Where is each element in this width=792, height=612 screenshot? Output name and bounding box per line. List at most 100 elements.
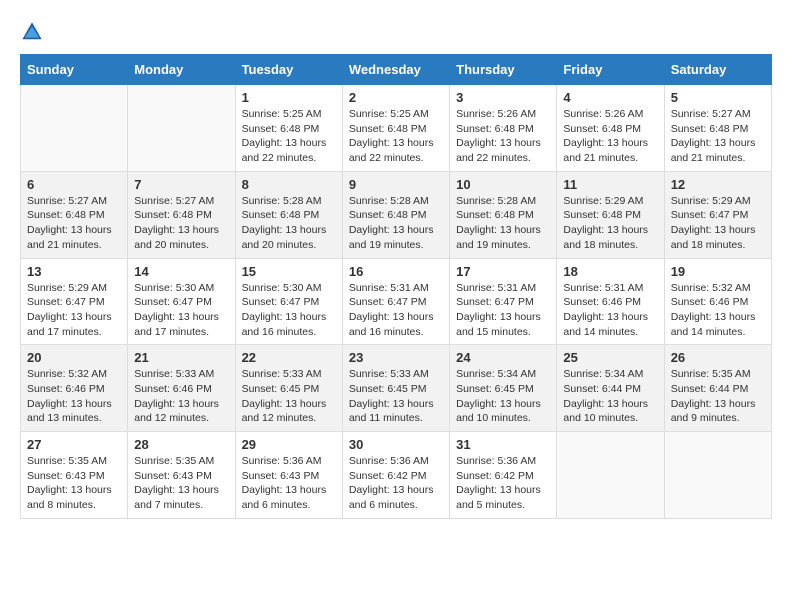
calendar-day-cell: 19 Sunrise: 5:32 AM Sunset: 6:46 PM Dayli… (664, 258, 771, 345)
calendar-day-cell: 2Sunrise: 5:25 AM Sunset: 6:48 PM Daylig… (342, 85, 449, 172)
day-number: 22 (242, 350, 336, 365)
day-number: 17 (456, 264, 550, 279)
calendar-week-row: 20 Sunrise: 5:32 AM Sunset: 6:46 PM Dayli… (21, 345, 772, 432)
day-number: 16 (349, 264, 443, 279)
calendar-day-cell: 10 Sunrise: 5:28 AM Sunset: 6:48 PM Dayli… (450, 171, 557, 258)
calendar-header-row: SundayMondayTuesdayWednesdayThursdayFrid… (21, 55, 772, 85)
calendar-day-cell (21, 85, 128, 172)
logo-icon (20, 20, 44, 44)
calendar-day-cell: 7Sunrise: 5:27 AM Sunset: 6:48 PM Daylig… (128, 171, 235, 258)
day-number: 23 (349, 350, 443, 365)
col-header-wednesday: Wednesday (342, 55, 449, 85)
calendar-day-cell (664, 432, 771, 519)
day-info: Sunrise: 5:33 AM Sunset: 6:45 PM Dayligh… (242, 367, 336, 426)
col-header-sunday: Sunday (21, 55, 128, 85)
day-info: Sunrise: 5:29 AM Sunset: 6:47 PM Dayligh… (27, 281, 121, 340)
calendar-day-cell: 13 Sunrise: 5:29 AM Sunset: 6:47 PM Dayli… (21, 258, 128, 345)
calendar-day-cell: 15Sunrise: 5:30 AM Sunset: 6:47 PM Dayli… (235, 258, 342, 345)
day-number: 6 (27, 177, 121, 192)
calendar-day-cell: 24 Sunrise: 5:34 AM Sunset: 6:45 PM Dayli… (450, 345, 557, 432)
day-number: 12 (671, 177, 765, 192)
day-number: 25 (563, 350, 657, 365)
calendar-week-row: 1Sunrise: 5:25 AM Sunset: 6:48 PM Daylig… (21, 85, 772, 172)
calendar-day-cell: 3Sunrise: 5:26 AM Sunset: 6:48 PM Daylig… (450, 85, 557, 172)
day-number: 10 (456, 177, 550, 192)
day-info: Sunrise: 5:32 AM Sunset: 6:46 PM Dayligh… (671, 281, 765, 340)
day-number: 31 (456, 437, 550, 452)
day-info: Sunrise: 5:34 AM Sunset: 6:45 PM Dayligh… (456, 367, 550, 426)
day-info: Sunrise: 5:36 AM Sunset: 6:42 PM Dayligh… (349, 454, 443, 513)
calendar-day-cell: 29Sunrise: 5:36 AM Sunset: 6:43 PM Dayli… (235, 432, 342, 519)
day-number: 2 (349, 90, 443, 105)
calendar-day-cell: 5 Sunrise: 5:27 AM Sunset: 6:48 PM Daylig… (664, 85, 771, 172)
day-number: 5 (671, 90, 765, 105)
calendar-day-cell: 17Sunrise: 5:31 AM Sunset: 6:47 PM Dayli… (450, 258, 557, 345)
day-number: 7 (134, 177, 228, 192)
day-info: Sunrise: 5:26 AM Sunset: 6:48 PM Dayligh… (563, 107, 657, 166)
day-number: 19 (671, 264, 765, 279)
col-header-thursday: Thursday (450, 55, 557, 85)
col-header-tuesday: Tuesday (235, 55, 342, 85)
day-number: 14 (134, 264, 228, 279)
day-number: 24 (456, 350, 550, 365)
day-number: 28 (134, 437, 228, 452)
day-info: Sunrise: 5:36 AM Sunset: 6:42 PM Dayligh… (456, 454, 550, 513)
day-info: Sunrise: 5:33 AM Sunset: 6:45 PM Dayligh… (349, 367, 443, 426)
day-info: Sunrise: 5:31 AM Sunset: 6:46 PM Dayligh… (563, 281, 657, 340)
day-info: Sunrise: 5:25 AM Sunset: 6:48 PM Dayligh… (242, 107, 336, 166)
day-info: Sunrise: 5:30 AM Sunset: 6:47 PM Dayligh… (242, 281, 336, 340)
day-info: Sunrise: 5:32 AM Sunset: 6:46 PM Dayligh… (27, 367, 121, 426)
day-info: Sunrise: 5:27 AM Sunset: 6:48 PM Dayligh… (27, 194, 121, 253)
day-number: 13 (27, 264, 121, 279)
calendar-week-row: 27 Sunrise: 5:35 AM Sunset: 6:43 PM Dayli… (21, 432, 772, 519)
day-number: 21 (134, 350, 228, 365)
page-header (20, 20, 772, 44)
day-number: 20 (27, 350, 121, 365)
day-number: 26 (671, 350, 765, 365)
calendar-day-cell: 12 Sunrise: 5:29 AM Sunset: 6:47 PM Dayli… (664, 171, 771, 258)
calendar-day-cell: 21 Sunrise: 5:33 AM Sunset: 6:46 PM Dayli… (128, 345, 235, 432)
day-info: Sunrise: 5:29 AM Sunset: 6:47 PM Dayligh… (671, 194, 765, 253)
calendar-day-cell: 27 Sunrise: 5:35 AM Sunset: 6:43 PM Dayli… (21, 432, 128, 519)
calendar-day-cell: 25Sunrise: 5:34 AM Sunset: 6:44 PM Dayli… (557, 345, 664, 432)
calendar-day-cell: 8 Sunrise: 5:28 AM Sunset: 6:48 PM Daylig… (235, 171, 342, 258)
calendar-week-row: 6 Sunrise: 5:27 AM Sunset: 6:48 PM Daylig… (21, 171, 772, 258)
day-number: 18 (563, 264, 657, 279)
day-info: Sunrise: 5:30 AM Sunset: 6:47 PM Dayligh… (134, 281, 228, 340)
day-number: 27 (27, 437, 121, 452)
day-number: 3 (456, 90, 550, 105)
day-info: Sunrise: 5:35 AM Sunset: 6:44 PM Dayligh… (671, 367, 765, 426)
col-header-friday: Friday (557, 55, 664, 85)
calendar-day-cell: 20 Sunrise: 5:32 AM Sunset: 6:46 PM Dayli… (21, 345, 128, 432)
calendar-day-cell: 11 Sunrise: 5:29 AM Sunset: 6:48 PM Dayli… (557, 171, 664, 258)
col-header-monday: Monday (128, 55, 235, 85)
calendar-day-cell: 9 Sunrise: 5:28 AM Sunset: 6:48 PM Daylig… (342, 171, 449, 258)
day-number: 11 (563, 177, 657, 192)
calendar-day-cell: 14 Sunrise: 5:30 AM Sunset: 6:47 PM Dayli… (128, 258, 235, 345)
day-number: 8 (242, 177, 336, 192)
calendar-day-cell: 30 Sunrise: 5:36 AM Sunset: 6:42 PM Dayli… (342, 432, 449, 519)
day-info: Sunrise: 5:27 AM Sunset: 6:48 PM Dayligh… (671, 107, 765, 166)
day-info: Sunrise: 5:28 AM Sunset: 6:48 PM Dayligh… (242, 194, 336, 253)
col-header-saturday: Saturday (664, 55, 771, 85)
calendar-table: SundayMondayTuesdayWednesdayThursdayFrid… (20, 54, 772, 519)
calendar-week-row: 13 Sunrise: 5:29 AM Sunset: 6:47 PM Dayli… (21, 258, 772, 345)
day-info: Sunrise: 5:35 AM Sunset: 6:43 PM Dayligh… (27, 454, 121, 513)
calendar-day-cell: 26 Sunrise: 5:35 AM Sunset: 6:44 PM Dayli… (664, 345, 771, 432)
day-info: Sunrise: 5:31 AM Sunset: 6:47 PM Dayligh… (349, 281, 443, 340)
day-number: 29 (242, 437, 336, 452)
calendar-day-cell: 18 Sunrise: 5:31 AM Sunset: 6:46 PM Dayli… (557, 258, 664, 345)
day-info: Sunrise: 5:28 AM Sunset: 6:48 PM Dayligh… (349, 194, 443, 253)
calendar-day-cell: 22 Sunrise: 5:33 AM Sunset: 6:45 PM Dayli… (235, 345, 342, 432)
calendar-day-cell: 23 Sunrise: 5:33 AM Sunset: 6:45 PM Dayli… (342, 345, 449, 432)
day-info: Sunrise: 5:33 AM Sunset: 6:46 PM Dayligh… (134, 367, 228, 426)
day-number: 4 (563, 90, 657, 105)
day-number: 9 (349, 177, 443, 192)
day-info: Sunrise: 5:29 AM Sunset: 6:48 PM Dayligh… (563, 194, 657, 253)
logo (20, 20, 48, 44)
calendar-day-cell: 31 Sunrise: 5:36 AM Sunset: 6:42 PM Dayli… (450, 432, 557, 519)
day-info: Sunrise: 5:28 AM Sunset: 6:48 PM Dayligh… (456, 194, 550, 253)
calendar-day-cell (128, 85, 235, 172)
calendar-day-cell: 1Sunrise: 5:25 AM Sunset: 6:48 PM Daylig… (235, 85, 342, 172)
day-number: 30 (349, 437, 443, 452)
